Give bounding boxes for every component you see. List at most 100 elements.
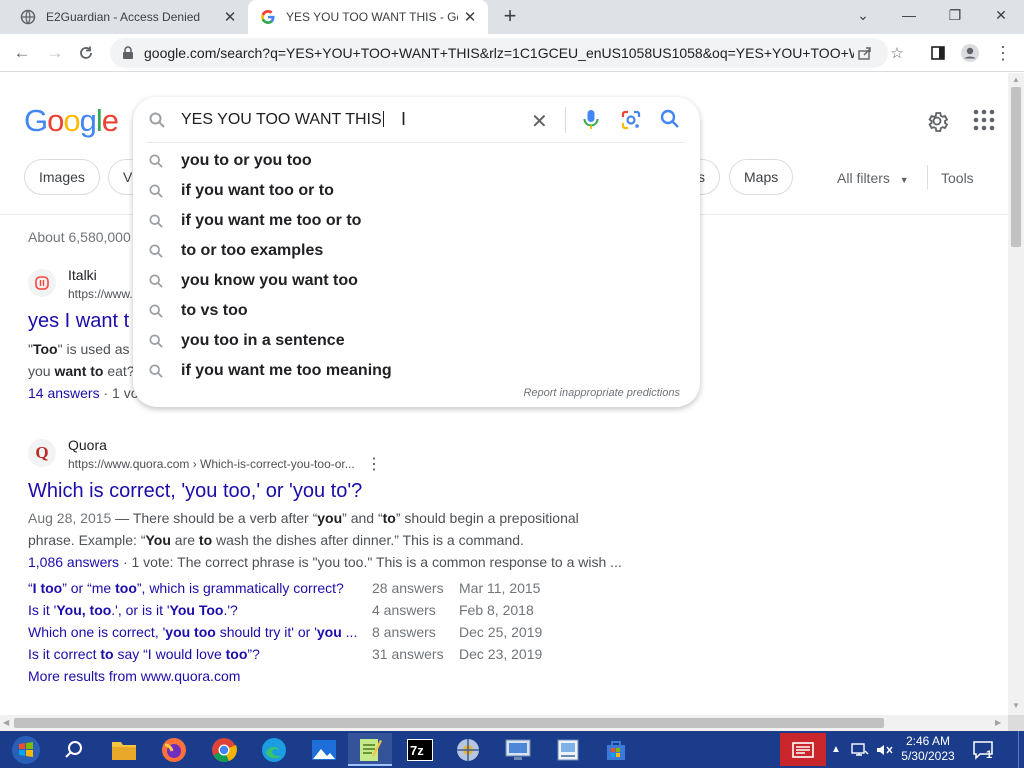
google-logo[interactable]: Google	[24, 103, 119, 139]
show-desktop-button[interactable]	[1018, 731, 1024, 768]
settings-gear-icon[interactable]	[925, 109, 949, 133]
voice-search-mic-icon[interactable]	[581, 109, 601, 136]
suggestion-item[interactable]: if you want too or to	[133, 176, 700, 206]
bookmark-star-icon[interactable]: ☆	[888, 44, 906, 62]
more-results-link[interactable]: More results from www.quora.com	[28, 665, 240, 687]
security-app-icon[interactable]	[780, 733, 826, 766]
related-row[interactable]: Is it 'You, too.', or is it 'You Too.'? 4…	[28, 599, 628, 621]
chip-images[interactable]: Images	[24, 159, 100, 195]
close-tab-icon[interactable]: ✕	[218, 5, 242, 29]
tab-strip: E2Guardian - Access Denied ✕ YES YOU TOO…	[0, 0, 1024, 34]
suggestion-item[interactable]: you know you want too	[133, 266, 700, 296]
remote-desktop-icon[interactable]	[496, 733, 540, 766]
all-filters-button[interactable]: All filters ▼	[837, 170, 909, 186]
result-snippet-line: "Too" is used as	[28, 338, 130, 360]
notepad-icon[interactable]	[348, 733, 392, 766]
share-icon[interactable]	[856, 44, 874, 62]
network-status-icon[interactable]	[848, 733, 872, 766]
close-tab-icon[interactable]: ✕	[458, 5, 482, 29]
clock-time: 2:46 AM	[905, 734, 951, 748]
chip-maps[interactable]: Maps	[729, 159, 794, 195]
report-predictions-link[interactable]: Report inappropriate predictions	[523, 387, 680, 399]
result-site-name: Italki	[68, 267, 97, 283]
search-submit-icon[interactable]	[660, 109, 680, 134]
related-question-link[interactable]: Is it correct to say “I would love too”?	[28, 643, 260, 665]
scroll-down-arrow-icon[interactable]: ▼	[1012, 701, 1020, 710]
profile-avatar-icon[interactable]	[957, 41, 983, 65]
image-viewer-icon[interactable]	[546, 733, 590, 766]
horizontal-scrollbar[interactable]: ◀ ▶	[0, 715, 1008, 731]
vertical-scrollbar[interactable]: ▲ ▼	[1008, 73, 1024, 715]
lock-icon[interactable]	[122, 46, 136, 60]
edge-icon[interactable]	[252, 733, 296, 766]
google-results-page: Google Images Vi s Maps All filters ▼ To…	[0, 73, 1008, 715]
related-row[interactable]: Is it correct to say “I would love too”?…	[28, 643, 628, 665]
more-menu-icon[interactable]: ⋮	[990, 41, 1016, 65]
start-button[interactable]	[4, 733, 48, 766]
minimize-button[interactable]: —	[886, 0, 932, 30]
address-bar[interactable]: google.com/search?q=YES+YOU+TOO+WANT+THI…	[110, 38, 904, 68]
reload-button[interactable]	[73, 41, 99, 65]
related-answers: 4 answers	[372, 602, 436, 618]
result-url[interactable]: https://www.quora.com › Which-is-correct…	[68, 457, 355, 471]
divider	[565, 107, 566, 133]
taskbar-clock[interactable]: 2:46 AM 5/30/2023	[896, 734, 960, 764]
search-input[interactable]: YES YOU TOO WANT THIS	[181, 111, 686, 129]
related-question-link[interactable]: Which one is correct, 'you too should tr…	[28, 621, 357, 643]
tab-e2guardian[interactable]: E2Guardian - Access Denied ✕	[8, 0, 248, 34]
divider	[927, 165, 928, 189]
forward-button[interactable]: →	[42, 41, 68, 65]
side-panel-icon[interactable]	[925, 41, 951, 65]
google-lens-icon[interactable]	[620, 109, 642, 136]
horizontal-scroll-thumb[interactable]	[14, 718, 884, 728]
answers-link[interactable]: 1,086 answers	[28, 554, 119, 570]
related-answers: 8 answers	[372, 624, 436, 640]
google-apps-grid-icon[interactable]	[973, 109, 995, 131]
new-tab-button[interactable]: +	[498, 5, 522, 29]
firefox-icon[interactable]	[152, 733, 196, 766]
related-questions: “I too” or “me too”, which is grammatica…	[28, 577, 628, 687]
url-text: google.com/search?q=YES+YOU+TOO+WANT+THI…	[144, 45, 854, 61]
suggestion-text: to or too examples	[181, 242, 324, 259]
microsoft-store-icon[interactable]	[594, 733, 638, 766]
tab-search-chevron-icon[interactable]: ⌄	[840, 0, 886, 30]
search-icon	[149, 244, 165, 258]
tab-google-search[interactable]: YES YOU TOO WANT THIS - Goo ✕	[248, 0, 488, 34]
snippet-text: wash the dishes after dinner.” This is a…	[212, 532, 524, 548]
restore-button[interactable]: ❐	[932, 0, 978, 30]
suggestion-item[interactable]: you to or you too	[133, 146, 700, 176]
related-question-link[interactable]: Is it 'You, too.', or is it 'You Too.'?	[28, 599, 238, 621]
result-more-options-icon[interactable]: ⋮	[366, 454, 382, 474]
suggestion-item[interactable]: if you want me too or to	[133, 206, 700, 236]
scrollbar-corner	[1008, 715, 1024, 731]
back-button[interactable]: ←	[9, 41, 35, 65]
volume-muted-icon[interactable]	[872, 733, 896, 766]
related-row[interactable]: “I too” or “me too”, which is grammatica…	[28, 577, 628, 599]
close-window-button[interactable]: ✕	[978, 0, 1024, 30]
photos-icon[interactable]	[302, 733, 346, 766]
tools-button[interactable]: Tools	[941, 170, 974, 186]
scroll-right-arrow-icon[interactable]: ▶	[995, 718, 1001, 727]
result-title-link[interactable]: yes I want t	[28, 310, 129, 333]
clear-search-icon[interactable]: ✕	[531, 109, 548, 134]
vertical-scroll-thumb[interactable]	[1011, 87, 1021, 247]
result-url[interactable]: https://www.	[68, 287, 133, 301]
result-title-link[interactable]: Which is correct, 'you too,' or 'you to'…	[28, 480, 362, 503]
scroll-up-arrow-icon[interactable]: ▲	[1012, 75, 1020, 84]
suggestion-item[interactable]: you too in a sentence	[133, 326, 700, 356]
show-hidden-icons-chevron-icon[interactable]: ▲	[826, 733, 846, 766]
related-question-link[interactable]: “I too” or “me too”, which is grammatica…	[28, 577, 344, 599]
chrome-icon[interactable]	[202, 733, 246, 766]
scroll-left-arrow-icon[interactable]: ◀	[3, 718, 9, 727]
suggestion-text: if you want too or to	[181, 182, 334, 199]
answers-link[interactable]: 14 answers	[28, 385, 100, 401]
file-explorer-icon[interactable]	[102, 733, 146, 766]
7zip-icon[interactable]: 7z	[398, 733, 442, 766]
search-taskbar-icon[interactable]	[52, 733, 96, 766]
suggestion-item[interactable]: to vs too	[133, 296, 700, 326]
suggestion-item[interactable]: to or too examples	[133, 236, 700, 266]
notification-center-icon[interactable]: 1	[966, 733, 1000, 766]
network-tool-icon[interactable]	[446, 733, 490, 766]
suggestion-item[interactable]: if you want me too meaning	[133, 356, 700, 386]
related-row[interactable]: Which one is correct, 'you too should tr…	[28, 621, 628, 643]
